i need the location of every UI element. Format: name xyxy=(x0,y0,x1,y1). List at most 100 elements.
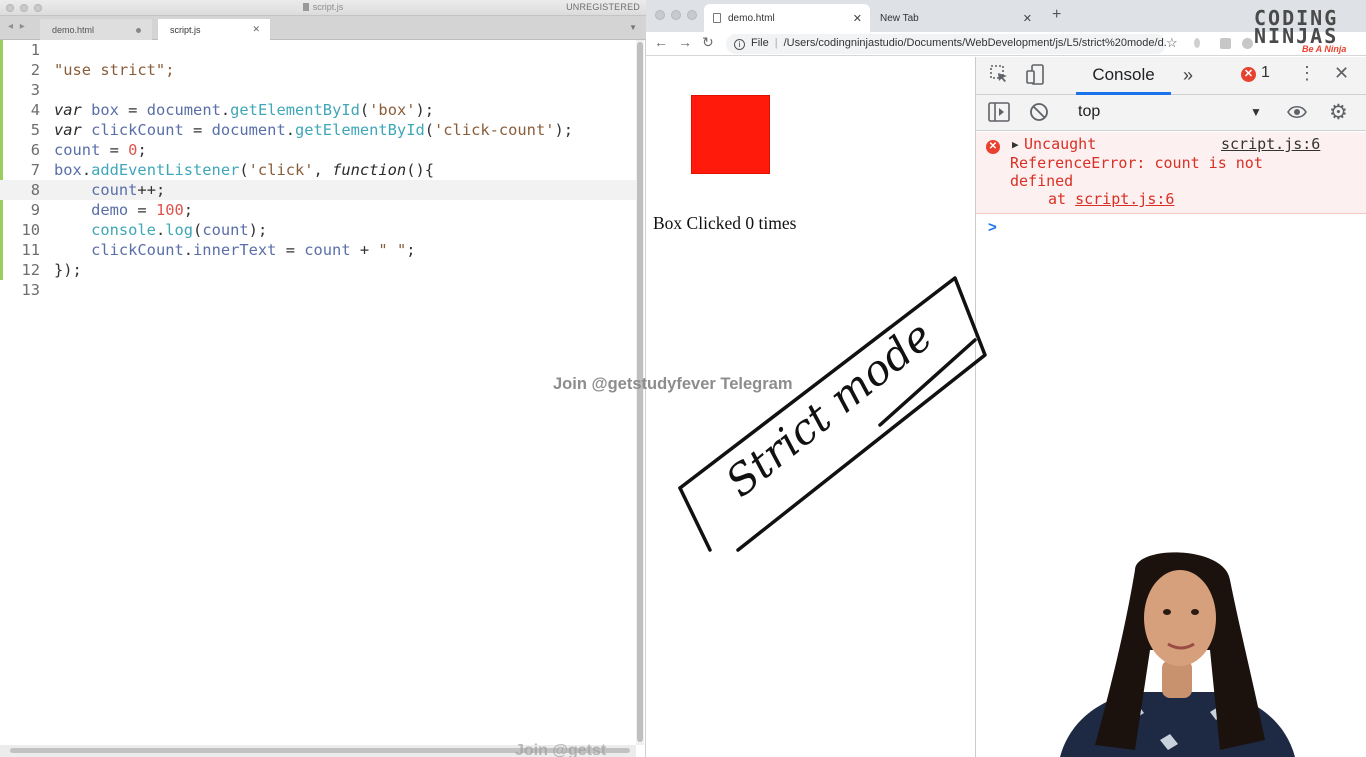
unregistered-label: UNREGISTERED xyxy=(566,2,640,12)
console-toolbar: top ▼ ⚙ xyxy=(976,95,1366,131)
code-text: clickCount.innerText = count + " "; xyxy=(91,241,416,259)
logo-tagline: Be A Ninja xyxy=(1302,44,1347,54)
chevron-down-icon[interactable]: ▼ xyxy=(1250,105,1262,119)
code-text: var box = document.getElementById('box')… xyxy=(54,101,435,119)
tab-nav-arrows[interactable]: ◂ ▸ xyxy=(8,21,27,32)
close-tab-icon[interactable]: ✕ xyxy=(1023,12,1032,25)
line-number: 3 xyxy=(30,81,40,99)
url-separator: | xyxy=(774,37,778,49)
code-line: 9 demo = 100; xyxy=(0,200,636,220)
console-prompt[interactable]: > xyxy=(988,219,997,236)
url-input[interactable]: i File | /Users/codingninjastudio/Documents… xyxy=(726,34,1166,54)
code-line: 12}); xyxy=(0,260,636,280)
inspect-element-icon[interactable] xyxy=(989,64,1009,89)
red-box[interactable] xyxy=(691,95,770,174)
presenter-face xyxy=(1144,570,1216,666)
back-arrow-icon[interactable]: ← xyxy=(654,34,668,50)
url-scheme-label: File xyxy=(751,37,769,49)
stack-source-link[interactable]: script.js:6 xyxy=(1075,190,1174,208)
browser-tab-demo-html[interactable]: demo.html ✕ xyxy=(704,4,870,32)
error-source-link[interactable]: script.js:6 xyxy=(1221,135,1320,153)
code-editor-window: script.js UNREGISTERED ◂ ▸ demo.html scr… xyxy=(0,0,646,757)
file-icon xyxy=(302,3,309,11)
sidebar-toggle-icon[interactable] xyxy=(988,102,1010,127)
editor-tab-bar: ◂ ▸ demo.html script.js ✕ ▼ xyxy=(0,16,646,40)
forward-arrow-icon[interactable]: → xyxy=(678,34,692,50)
code-line: 6 count = 0; xyxy=(0,140,636,160)
reload-icon[interactable]: ↻ xyxy=(702,34,714,51)
line-number: 5 xyxy=(30,121,40,139)
code-text: "use strict"; xyxy=(54,61,175,79)
tab-script-js[interactable]: script.js ✕ xyxy=(158,19,270,40)
click-count-text: Box Clicked 0 times xyxy=(653,213,797,233)
code-line: 3 xyxy=(0,80,636,100)
error-icon: ✕ xyxy=(986,140,1000,154)
bookmark-star-icon[interactable]: ☆ xyxy=(1166,35,1178,51)
code-line: 10 console.log(count); xyxy=(0,220,636,240)
expand-triangle-icon[interactable]: ▶ xyxy=(1012,138,1019,151)
line-number: 11 xyxy=(21,241,40,259)
settings-gear-icon[interactable]: ⚙ xyxy=(1329,100,1348,125)
extension-icon[interactable] xyxy=(1220,38,1231,49)
error-badge-icon[interactable]: ✕ xyxy=(1241,67,1256,82)
kebab-menu-icon[interactable]: ⋮ xyxy=(1298,63,1316,84)
line-number: 6 xyxy=(30,141,40,159)
minimize-window-button[interactable] xyxy=(671,10,681,20)
extension-icon[interactable] xyxy=(1194,38,1200,48)
error-stack-frame: at script.js:6 xyxy=(1048,190,1174,208)
tab-console[interactable]: Console xyxy=(1076,57,1171,95)
code-line: 1 xyxy=(0,40,636,60)
error-count[interactable]: 1 xyxy=(1261,64,1270,82)
url-text: /Users/codingninjastudio/Documents/WebDe… xyxy=(783,37,1166,49)
line-number: 8 xyxy=(30,181,40,199)
code-line: 11 clickCount.innerText = count + " "; xyxy=(0,240,636,260)
code-text: var clickCount = document.getElementById… xyxy=(54,121,574,139)
editor-title-bar: script.js UNREGISTERED xyxy=(0,0,646,16)
code-text: console.log(count); xyxy=(91,221,268,239)
tab-label: New Tab xyxy=(880,13,919,24)
stack-prefix: at xyxy=(1048,190,1076,208)
code-text: demo = 100; xyxy=(91,201,194,219)
code-area[interactable]: 1 2 "use strict"; 3 4 var box = document.g… xyxy=(0,40,636,745)
unsaved-dot-icon[interactable] xyxy=(136,28,141,33)
annotation-box-stroke xyxy=(678,486,712,552)
tab-label: script.js xyxy=(170,25,201,35)
clear-console-icon[interactable] xyxy=(1029,102,1049,127)
more-tabs-chevron-icon[interactable]: » xyxy=(1183,65,1193,86)
close-devtools-icon[interactable]: ✕ xyxy=(1334,63,1349,84)
code-line: 2 "use strict"; xyxy=(0,60,636,80)
new-tab-plus-icon[interactable]: + xyxy=(1052,6,1061,24)
code-text: count++; xyxy=(91,181,166,199)
info-icon[interactable]: i xyxy=(734,39,745,50)
close-tab-icon[interactable]: ✕ xyxy=(252,24,260,35)
handwritten-strict-mode-annotation: Strict mode xyxy=(678,276,987,552)
browser-tab-new-tab[interactable]: New Tab ✕ xyxy=(870,4,1040,32)
tab-list-dropdown-icon[interactable]: ▼ xyxy=(629,23,637,32)
error-line-2: ReferenceError: count is not xyxy=(1010,154,1263,172)
bottom-watermark: Join @getst xyxy=(515,742,607,757)
code-line: 4 var box = document.getElementById('box'… xyxy=(0,100,636,120)
code-line: 7 box.addEventListener('click', function(… xyxy=(0,160,636,180)
devtools-toolbar: Console » ✕ 1 ⋮ ✕ xyxy=(976,57,1366,95)
coding-ninjas-logo: CODING NINJAS Be A Ninja xyxy=(1250,6,1362,54)
line-number: 12 xyxy=(21,261,40,279)
line-number: 1 xyxy=(30,41,40,59)
tab-label: demo.html xyxy=(728,13,775,24)
close-window-button[interactable] xyxy=(655,10,665,20)
live-expression-eye-icon[interactable] xyxy=(1286,102,1308,127)
page-icon xyxy=(713,13,721,23)
error-line-3: defined xyxy=(1010,172,1074,190)
tab-label: demo.html xyxy=(52,25,95,35)
editor-title-text: script.js xyxy=(312,2,344,12)
line-number: 13 xyxy=(21,281,40,299)
close-tab-icon[interactable]: ✕ xyxy=(853,12,862,25)
line-number: 9 xyxy=(30,201,40,219)
presenter-video-overlay xyxy=(1060,552,1295,757)
device-toolbar-icon[interactable] xyxy=(1026,64,1046,91)
error-line-1: Uncaught xyxy=(1024,135,1097,153)
code-line: 5 var clickCount = document.getElementByI… xyxy=(0,120,636,140)
context-selector[interactable]: top xyxy=(1078,103,1100,121)
zoom-window-button[interactable] xyxy=(687,10,697,20)
tab-demo-html[interactable]: demo.html xyxy=(40,19,152,40)
code-text: }); xyxy=(54,261,82,279)
